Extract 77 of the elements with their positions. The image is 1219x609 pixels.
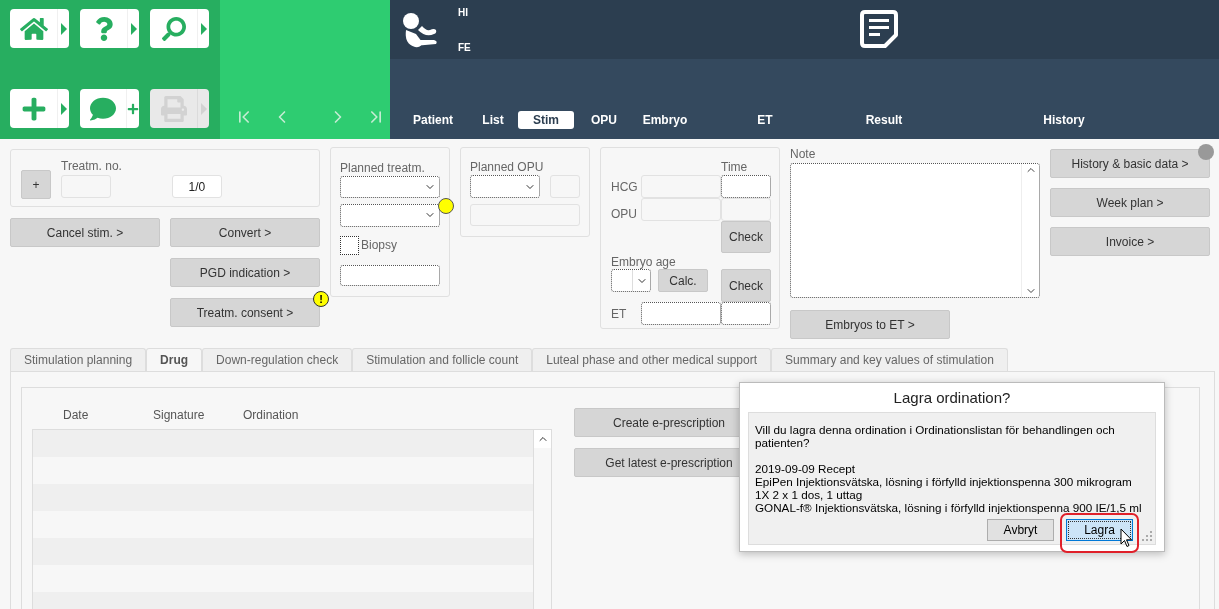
section-tab[interactable]: Stimulation planning (10, 348, 147, 371)
calc-button[interactable]: Calc. (658, 269, 708, 292)
home-button[interactable] (10, 9, 69, 48)
prescription-line: EpiPen Injektionsvätska, lösning i förfylld injektionspenna 300 mikrogram (755, 475, 1133, 488)
search-icon (161, 16, 186, 41)
patient-initials: HI (458, 6, 469, 18)
text-field[interactable] (340, 264, 440, 286)
section-tab[interactable]: Drug (146, 348, 203, 371)
comment-button[interactable] (80, 89, 139, 128)
dropdown[interactable] (340, 176, 440, 198)
date-field[interactable] (641, 302, 721, 325)
biopsy-checkbox[interactable] (340, 235, 359, 255)
dropdown[interactable] (611, 269, 651, 292)
side-button[interactable]: Week plan > (1050, 188, 1210, 217)
caret-icon (200, 22, 207, 35)
nav-tab[interactable]: Stim (518, 111, 574, 129)
plus-icon (127, 102, 139, 115)
section-tab[interactable]: Down-regulation check (202, 348, 353, 371)
search-button[interactable] (150, 9, 209, 48)
planned-treatment-label: Planned treatm. (340, 161, 426, 175)
time-field[interactable] (721, 302, 771, 325)
add-treatment-button[interactable]: + (21, 170, 51, 199)
dropdown[interactable] (340, 203, 440, 227)
note-label: Note (790, 147, 817, 161)
dialog-title: Lagra ordination? (892, 388, 1012, 408)
prescription-line: GONAL-f® Injektionsvätska, lösning i förfylld injektionspenna 900 IE/1,5 ml (755, 501, 1143, 514)
embryos-to-et-button[interactable]: Embryos to ET > (790, 310, 950, 339)
dialog-button[interactable]: Avbryt (987, 519, 1054, 541)
check-button[interactable]: Check (721, 221, 771, 253)
nav-tab[interactable]: History (936, 111, 1192, 129)
prescription-line: 1X 2 x 1 dos, 1 uttag (755, 488, 864, 501)
action-button[interactable]: PGD indication > (170, 258, 320, 287)
scroll-up-icon[interactable] (534, 430, 551, 448)
embryo-age-label: Embryo age (611, 255, 676, 269)
side-button[interactable]: Invoice > (1050, 227, 1210, 256)
caret-icon (60, 102, 67, 115)
hcg-label: HCG (611, 179, 638, 194)
section-tab[interactable]: Luteal phase and other medical support (532, 348, 772, 371)
column-header: Signature (153, 408, 206, 424)
section-tab[interactable]: Summary and key values of stimulation (771, 348, 1008, 371)
biopsy-label: Biopsy (361, 238, 398, 252)
planned-opu-label: Planned OPU (470, 160, 545, 174)
column-header: Date (63, 408, 90, 424)
warning-badge: ! (313, 291, 329, 307)
action-button[interactable]: Cancel stim. > (10, 218, 160, 247)
nav-tab[interactable]: List (468, 111, 518, 129)
treatment-count: 1/0 (171, 175, 222, 198)
nav-tab[interactable]: OPU (576, 111, 632, 129)
caret-icon (130, 22, 137, 35)
treatment-number-label: Treatm. no. (61, 159, 122, 173)
time-label: Time (721, 159, 748, 174)
check-button[interactable]: Check (721, 269, 771, 302)
opu-label: OPU (611, 207, 637, 221)
dialog-button[interactable]: Lagra (1066, 519, 1133, 541)
cursor-icon (1120, 528, 1133, 548)
et-label: ET (611, 306, 627, 321)
dropdown[interactable] (470, 175, 540, 198)
nav-tab[interactable]: Embryo (632, 111, 698, 129)
action-button[interactable]: Convert > (170, 218, 320, 247)
note-field[interactable] (790, 163, 1040, 298)
column-header: Ordination (243, 408, 300, 424)
resize-grip-icon (1142, 531, 1153, 542)
nav-tab[interactable]: Patient (398, 111, 468, 129)
speech-bubble-icon (90, 95, 116, 122)
nav-tab[interactable]: Result (832, 111, 936, 129)
section-tab[interactable]: Stimulation and follicle count (352, 348, 533, 371)
note-icon (859, 9, 899, 49)
time-field[interactable] (721, 175, 771, 198)
side-button[interactable]: History & basic data > (1050, 149, 1210, 178)
patient-initials: FE (458, 41, 471, 53)
plus-icon (20, 95, 47, 122)
caret-icon (60, 22, 67, 35)
nav-tab[interactable]: ET (698, 111, 832, 129)
add-button[interactable] (10, 89, 69, 128)
help-button[interactable] (80, 9, 139, 48)
action-button[interactable]: Treatm. consent > (170, 298, 320, 327)
status-dot (1198, 144, 1214, 160)
